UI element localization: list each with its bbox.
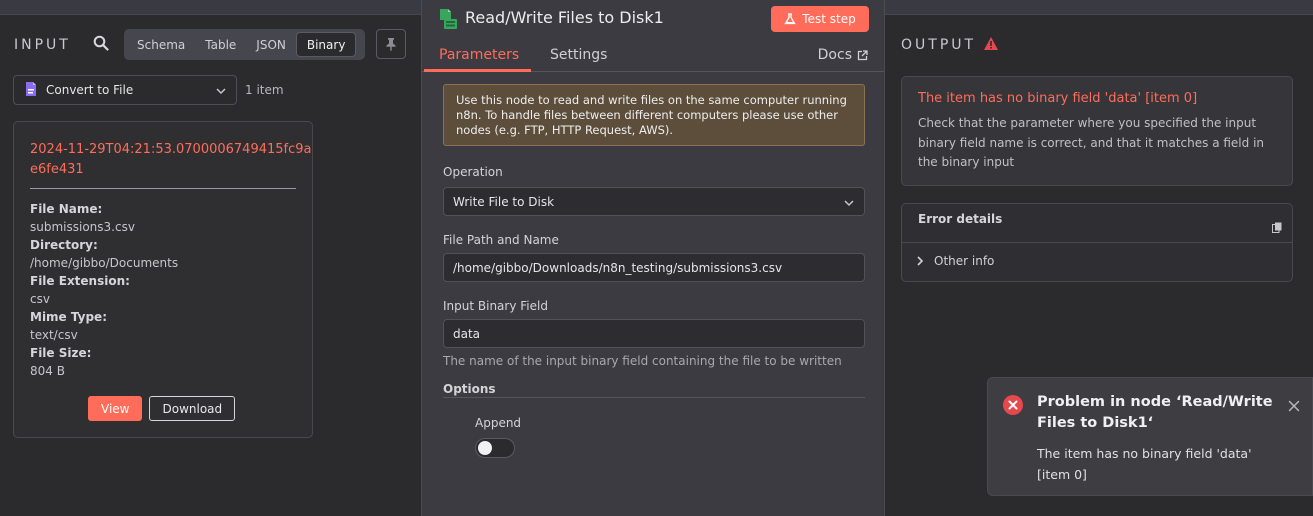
- file-path-label: File Path and Name: [443, 233, 559, 247]
- item-count: 1 item: [245, 83, 284, 97]
- pin-icon: [386, 38, 396, 51]
- other-info-label: Other info: [934, 254, 995, 268]
- file-name-value: submissions3.csv: [30, 220, 135, 234]
- file-extension-value: csv: [30, 292, 50, 306]
- binary-data-card: 2024-11-29T04:21:53.0700006749415fc9aae6…: [13, 121, 313, 438]
- options-divider: [443, 397, 865, 398]
- append-label: Append: [475, 416, 522, 430]
- file-name-key: File Name:: [30, 202, 103, 216]
- mime-type-value: text/csv: [30, 328, 78, 342]
- active-tab-indicator: [424, 69, 531, 72]
- copy-icon[interactable]: [1272, 218, 1282, 237]
- options-heading: Options: [443, 382, 496, 396]
- node-title[interactable]: Read/Write Files to Disk1: [465, 8, 664, 27]
- error-icon: [1002, 394, 1024, 420]
- tab-settings[interactable]: Settings: [550, 47, 607, 63]
- file-disk-icon: [438, 8, 458, 34]
- flask-icon: [784, 13, 796, 25]
- file-extension-key: File Extension:: [30, 274, 130, 288]
- download-button[interactable]: Download: [149, 396, 236, 421]
- search-icon[interactable]: [93, 35, 109, 51]
- chevron-right-icon: [917, 256, 924, 266]
- chevron-down-icon: [843, 197, 855, 212]
- tab-table[interactable]: Table: [195, 32, 246, 57]
- output-title: OUTPUT: [901, 37, 977, 53]
- tab-binary[interactable]: Binary: [295, 32, 357, 57]
- view-mode-switcher: Schema Table JSON Binary: [124, 29, 365, 60]
- view-button[interactable]: View: [88, 396, 143, 421]
- test-step-button[interactable]: Test step: [771, 6, 869, 32]
- divider: [902, 242, 1292, 243]
- error-details-heading: Error details: [918, 212, 1003, 226]
- operation-value: Write File to Disk: [453, 194, 555, 209]
- convert-to-file-icon: [24, 81, 38, 100]
- binary-field-hint: The name of the input binary field conta…: [443, 354, 842, 368]
- file-path-input[interactable]: /home/gibbo/Downloads/n8n_testing/submis…: [443, 253, 865, 282]
- toast-message: The item has no binary field 'data' [ite…: [1037, 446, 1252, 482]
- error-description: Check that the parameter where you speci…: [918, 116, 1265, 169]
- binary-file-title: 2024-11-29T04:21:53.0700006749415fc9aae6…: [30, 142, 313, 177]
- divider: [30, 188, 296, 189]
- docs-link[interactable]: Docs: [818, 47, 868, 63]
- directory-key: Directory:: [30, 238, 98, 252]
- tab-parameters[interactable]: Parameters: [439, 47, 519, 63]
- operation-select[interactable]: Write File to Disk: [443, 187, 865, 216]
- tab-json[interactable]: JSON: [246, 32, 296, 57]
- docs-label: Docs: [817, 47, 852, 63]
- node-notice: Use this node to read and write files on…: [443, 84, 865, 146]
- binary-field-label: Input Binary Field: [443, 299, 548, 313]
- input-node-select-value: Convert to File: [46, 83, 134, 97]
- file-path-value: /home/gibbo/Downloads/n8n_testing/submis…: [453, 260, 783, 275]
- error-details-card: Error details Other info: [901, 203, 1293, 282]
- external-link-icon: [857, 49, 868, 60]
- toast-title: Problem in node ‘Read/Write Files to Dis…: [1037, 394, 1273, 431]
- binary-metadata: File Name: submissions3.csv Directory: /…: [30, 200, 178, 380]
- input-node-select[interactable]: Convert to File: [13, 75, 237, 105]
- error-title: The item has no binary field 'data' [ite…: [918, 91, 1198, 106]
- mime-type-key: Mime Type:: [30, 310, 107, 324]
- warning-icon: [983, 36, 999, 55]
- toggle-knob: [478, 441, 492, 455]
- tab-schema[interactable]: Schema: [127, 32, 195, 57]
- file-size-key: File Size:: [30, 346, 92, 360]
- binary-actions: View Download: [88, 396, 236, 421]
- pin-data-button[interactable]: [376, 29, 406, 59]
- input-title: INPUT: [14, 37, 71, 53]
- close-icon[interactable]: [1288, 397, 1300, 416]
- error-card: The item has no binary field 'data' [ite…: [901, 76, 1293, 186]
- operation-label: Operation: [443, 165, 503, 179]
- chevron-down-icon: [215, 85, 227, 100]
- file-size-value: 804 B: [30, 364, 65, 378]
- append-toggle[interactable]: [475, 438, 515, 458]
- directory-value: /home/gibbo/Documents: [30, 256, 179, 270]
- error-toast: Problem in node ‘Read/Write Files to Dis…: [987, 377, 1313, 496]
- node-tabs: Parameters Settings Docs: [422, 40, 884, 72]
- input-panel: INPUT Schema Table JSON Binary Convert t…: [0, 15, 421, 516]
- binary-field-value: data: [453, 326, 481, 341]
- other-info-toggle[interactable]: Other info: [916, 254, 994, 268]
- test-step-label: Test step: [802, 12, 856, 26]
- node-parameters-panel: Read/Write Files to Disk1 Test step Para…: [421, 0, 885, 516]
- binary-field-input[interactable]: data: [443, 319, 865, 348]
